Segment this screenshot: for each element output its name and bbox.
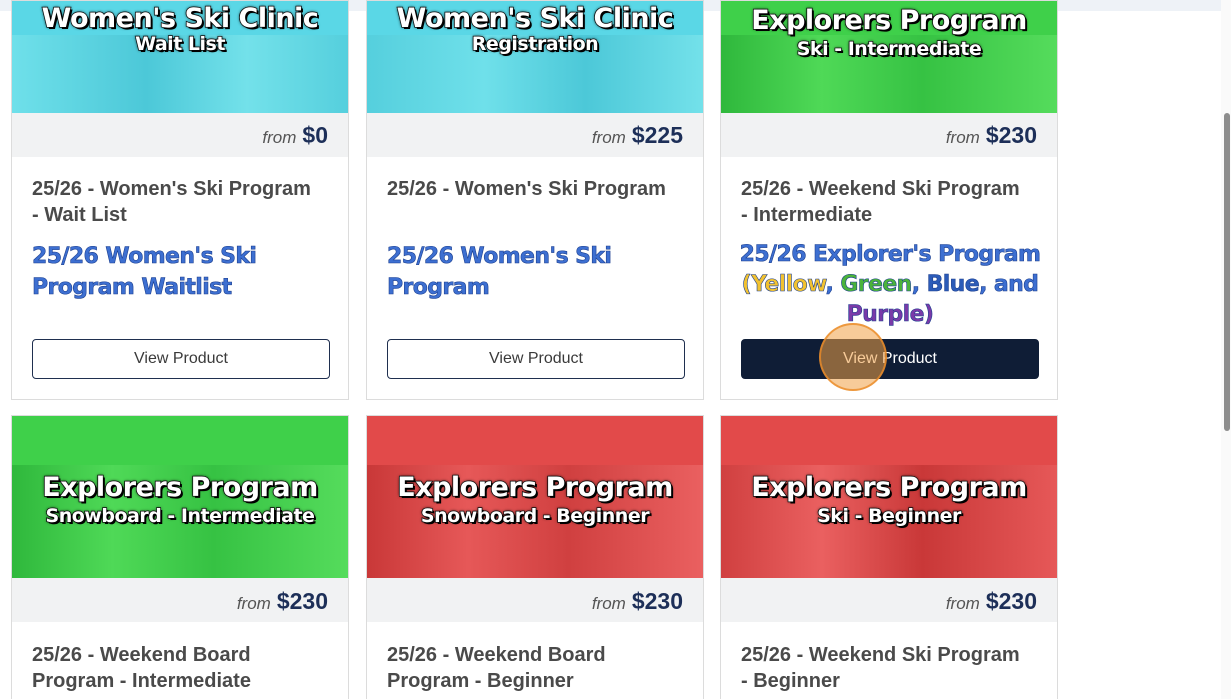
banner-subtitle: Snowboard - Intermediate xyxy=(45,504,316,528)
price-from-label: from xyxy=(236,594,271,613)
product-description: 25/26 Women's Ski Program Waitlist xyxy=(32,244,258,301)
price-bar: from $230 xyxy=(12,578,348,622)
price-from-label: from xyxy=(262,128,297,147)
product-card: Women's Ski Clinic Registration from $225… xyxy=(366,0,704,400)
paren: ) xyxy=(923,302,935,328)
paren: ( xyxy=(741,272,752,298)
product-description: 25/26 Women's Ski Program xyxy=(387,244,613,301)
price-from-label: from xyxy=(591,128,626,147)
banner-title: Explorers Program xyxy=(750,4,1028,37)
product-name[interactable]: 25/26 - Weekend Board Program - Intermed… xyxy=(32,642,322,694)
product-description: 25/26 Explorer's Program (Yellow, Green,… xyxy=(735,240,1045,330)
price-from-label: from xyxy=(591,594,626,613)
product-banner-image[interactable]: Women's Ski Clinic Wait List xyxy=(12,1,348,113)
color-word-blue: Blue xyxy=(926,272,980,298)
banner-title: Explorers Program xyxy=(750,471,1028,504)
price-value: $230 xyxy=(985,588,1037,614)
product-card: Explorers Program Snowboard - Beginner f… xyxy=(366,415,704,699)
product-card: Explorers Program Ski - Intermediate fro… xyxy=(720,0,1058,400)
price-bar: from $0 xyxy=(12,113,348,157)
product-banner-image[interactable]: Explorers Program Ski - Intermediate xyxy=(721,1,1057,113)
product-name[interactable]: 25/26 - Weekend Board Program - Beginner xyxy=(387,642,677,694)
product-grid: Women's Ski Clinic Wait List from $0 25/2… xyxy=(0,0,1231,699)
tussey-mountain-logo xyxy=(485,430,585,464)
price-from-label: from xyxy=(945,128,980,147)
product-banner-image[interactable]: Explorers Program Snowboard - Intermedia… xyxy=(12,416,348,578)
price-bar: from $230 xyxy=(367,578,703,622)
view-product-button[interactable]: View Product xyxy=(387,339,685,379)
banner-title: Explorers Program xyxy=(41,471,319,504)
separator-and: , and xyxy=(979,272,1039,298)
price-value: $230 xyxy=(276,588,328,614)
scrollbar-thumb[interactable] xyxy=(1224,113,1230,431)
price-bar: from $230 xyxy=(721,578,1057,622)
product-banner-image[interactable]: Women's Ski Clinic Registration xyxy=(367,1,703,113)
banner-subtitle: Wait List xyxy=(134,32,226,56)
banner-subtitle: Snowboard - Beginner xyxy=(420,504,650,528)
separator: , xyxy=(911,272,927,298)
price-bar: from $230 xyxy=(721,113,1057,157)
view-product-button[interactable]: View Product xyxy=(741,339,1039,379)
tussey-mountain-logo xyxy=(839,430,939,464)
price-value: $230 xyxy=(985,122,1037,148)
product-card: Women's Ski Clinic Wait List from $0 25/2… xyxy=(11,0,349,400)
product-banner-image[interactable]: Explorers Program Snowboard - Beginner xyxy=(367,416,703,578)
banner-subtitle: Registration xyxy=(471,32,599,56)
product-card: Explorers Program Snowboard - Intermedia… xyxy=(11,415,349,699)
separator: , xyxy=(825,272,841,298)
price-value: $230 xyxy=(631,588,683,614)
color-word-yellow: Yellow xyxy=(751,272,827,298)
description-colors-end: Purple) xyxy=(735,300,1045,330)
product-card: Explorers Program Ski - Beginner from $23… xyxy=(720,415,1058,699)
banner-title: Women's Ski Clinic xyxy=(396,2,675,35)
banner-title: Explorers Program xyxy=(396,471,674,504)
banner-title: Women's Ski Clinic xyxy=(41,2,320,35)
description-colors: (Yellow, Green, Blue, and xyxy=(735,270,1045,300)
view-product-button[interactable]: View Product xyxy=(32,339,330,379)
product-name[interactable]: 25/26 - Weekend Ski Program - Intermedia… xyxy=(741,176,1031,228)
color-word-green: Green xyxy=(840,272,913,298)
cursor-highlight xyxy=(819,323,887,391)
product-name[interactable]: 25/26 - Weekend Ski Program - Beginner xyxy=(741,642,1031,694)
price-from-label: from xyxy=(945,594,980,613)
banner-subtitle: Ski - Intermediate xyxy=(796,37,982,61)
banner-subtitle: Ski - Beginner xyxy=(816,504,962,528)
tussey-mountain-logo xyxy=(130,430,230,464)
price-value: $225 xyxy=(631,122,683,148)
description-line: 25/26 Explorer's Program xyxy=(739,242,1041,268)
price-bar: from $225 xyxy=(367,113,703,157)
product-banner-image[interactable]: Explorers Program Ski - Beginner xyxy=(721,416,1057,578)
product-name[interactable]: 25/26 - Women's Ski Program xyxy=(387,176,677,202)
product-name[interactable]: 25/26 - Women's Ski Program - Wait List xyxy=(32,176,322,228)
price-value: $0 xyxy=(302,122,328,148)
